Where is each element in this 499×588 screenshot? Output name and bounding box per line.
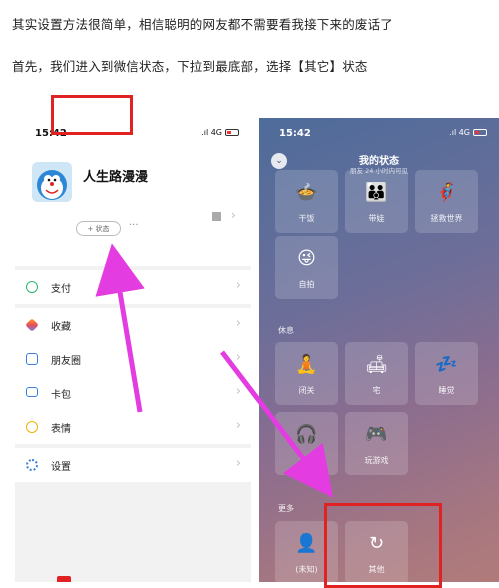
highlight-box-other <box>324 503 442 588</box>
tile-label: 自拍 <box>298 280 315 289</box>
avatar[interactable] <box>32 162 72 202</box>
menu-item-settings[interactable]: 设置 › <box>15 448 251 482</box>
tile-label: 闭关 <box>298 386 315 395</box>
menu-item-favorites[interactable]: 收藏 › <box>15 308 251 342</box>
tile-label: 带娃 <box>368 214 385 223</box>
sticker-icon <box>26 421 38 433</box>
tab-bar-edge <box>15 574 251 582</box>
add-status-button[interactable]: + 状态 <box>76 221 121 236</box>
status-tile-save-world[interactable]: 🦸 拯救世界 <box>415 170 478 233</box>
sleep-icon: 💤 <box>435 354 458 375</box>
moments-icon <box>26 353 38 365</box>
status-tile-game[interactable]: 🎮 玩游戏 <box>345 412 408 475</box>
battery-icon <box>473 129 487 136</box>
status-tile-eat[interactable]: 🍲 干饭 <box>275 170 338 233</box>
menu-label: 收藏 <box>51 322 71 333</box>
tile-label: 干饭 <box>298 214 315 223</box>
network-indicator: .ıl 4G <box>201 128 239 137</box>
menu-label: 设置 <box>51 462 71 473</box>
hero-icon: 🦸 <box>435 182 458 203</box>
tile-label: 宅 <box>372 386 381 395</box>
game-icon: 🎮 <box>365 424 388 445</box>
menu-label: 支付 <box>51 284 71 295</box>
profile-name: 人生路漫漫 <box>83 170 149 185</box>
network-indicator: .ıl 4G <box>449 128 487 137</box>
status-tile-daze[interactable]: 🎧 发呆 <box>275 412 338 475</box>
left-phone-screenshot: 15:42 .ıl 4G 人生路漫漫 + 状态 ··· › 支付 › 收藏 › … <box>15 118 251 582</box>
section-rest: 休息 <box>278 326 294 335</box>
chevron-right-icon: › <box>235 456 241 471</box>
tile-label: 拯救世界 <box>430 214 463 223</box>
signal-label: .ıl 4G <box>201 128 222 137</box>
section-more: 更多 <box>278 504 294 513</box>
cards-icon <box>26 387 38 397</box>
meditate-icon: 🧘 <box>295 354 318 375</box>
article-line-1: 其实设置方法很简单，相信聪明的网友都不需要看我接下来的废话了 <box>12 17 394 32</box>
status-tile-parenting[interactable]: 👪 带娃 <box>345 170 408 233</box>
menu-label: 卡包 <box>51 390 71 401</box>
daze-icon: 🎧 <box>295 424 318 445</box>
profile-card[interactable]: 人生路漫漫 + 状态 ··· › <box>15 144 251 266</box>
doraemon-avatar-icon <box>32 162 72 202</box>
status-tile-home[interactable]: 🛋 宅 <box>345 342 408 405</box>
menu-label: 朋友圈 <box>51 356 81 367</box>
menu-item-pay[interactable]: 支付 › <box>15 270 251 304</box>
tile-label: 玩游戏 <box>364 456 389 465</box>
menu-label: 表情 <box>51 424 71 435</box>
tile-label: 发呆 <box>298 456 315 465</box>
menu-group-main: 收藏 › 朋友圈 › 卡包 › 表情 › <box>15 308 251 444</box>
pay-icon <box>26 281 38 293</box>
favorites-icon <box>25 318 39 332</box>
menu-item-cards[interactable]: 卡包 › <box>15 376 251 410</box>
menu-group-pay: 支付 › <box>15 270 251 304</box>
status-tile-retreat[interactable]: 🧘 闭关 <box>275 342 338 405</box>
menu-item-moments[interactable]: 朋友圈 › <box>15 342 251 376</box>
chevron-right-icon: › <box>235 418 241 433</box>
chevron-right-icon[interactable]: › <box>231 208 236 222</box>
battery-icon <box>225 129 239 136</box>
bowl-icon: 🍲 <box>295 182 318 203</box>
selfie-icon: 😜 <box>297 248 316 269</box>
menu-group-settings: 设置 › <box>15 448 251 482</box>
tile-label: 睡觉 <box>438 386 455 395</box>
article-line-2: 首先，我们进入到微信状态，下拉到最底部，选择【其它】状态 <box>12 59 368 74</box>
lying-icon: 🛋 <box>365 354 388 375</box>
highlight-box-status <box>51 95 133 135</box>
more-options-icon[interactable]: ··· <box>129 220 139 231</box>
qr-code-icon[interactable] <box>212 212 221 221</box>
parent-child-icon: 👪 <box>365 182 388 203</box>
clock: 15:42 <box>279 128 311 139</box>
status-tile-sleep[interactable]: 💤 睡觉 <box>415 342 478 405</box>
chevron-right-icon: › <box>235 316 241 331</box>
chevron-right-icon: › <box>235 384 241 399</box>
tab-badge-icon <box>57 576 71 582</box>
chevron-right-icon: › <box>235 350 241 365</box>
chevron-right-icon: › <box>235 278 241 293</box>
menu-item-stickers[interactable]: 表情 › <box>15 410 251 444</box>
status-tile-selfie[interactable]: 😜 自拍 <box>275 236 338 299</box>
signal-label: .ıl 4G <box>449 128 470 137</box>
gear-icon <box>26 459 38 471</box>
